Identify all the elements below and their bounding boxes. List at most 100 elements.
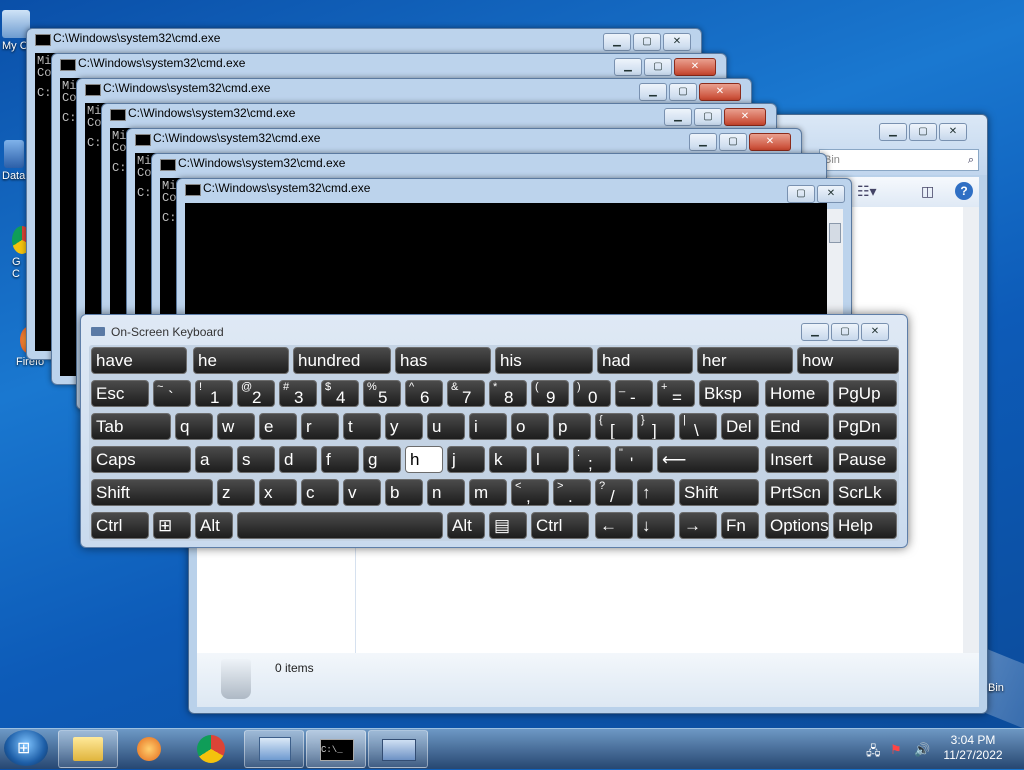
key-options[interactable]: Options (765, 512, 829, 539)
key-q[interactable]: q (175, 413, 213, 440)
taskbar-control-panel[interactable] (244, 730, 304, 768)
suggestion-has[interactable]: has (395, 347, 491, 374)
key-i[interactable]: i (469, 413, 507, 440)
key-c[interactable]: c (301, 479, 339, 506)
close-button[interactable]: ✕ (861, 323, 889, 341)
action-center-icon[interactable]: ⚑ (890, 742, 902, 758)
key-scrlk[interactable]: ScrLk (833, 479, 897, 506)
minimize-button[interactable]: ▁ (614, 58, 642, 76)
key-del[interactable]: Del (721, 413, 759, 440)
key-0[interactable]: ) 0 (573, 380, 611, 407)
suggestion-have[interactable]: have (91, 347, 187, 374)
close-button[interactable]: ✕ (939, 123, 967, 141)
key-sym-9[interactable]: >. (553, 479, 591, 506)
key-sym-8[interactable]: <, (511, 479, 549, 506)
key-pause[interactable]: Pause (833, 446, 897, 473)
key-j[interactable]: j (447, 446, 485, 473)
key-end[interactable]: End (765, 413, 829, 440)
key-l[interactable]: l (531, 446, 569, 473)
help-icon[interactable]: ? (955, 182, 973, 200)
key-w[interactable]: w (217, 413, 255, 440)
key-home[interactable]: Home (765, 380, 829, 407)
scrollbar-thumb[interactable] (829, 223, 841, 243)
key-t[interactable]: t (343, 413, 381, 440)
key-p[interactable]: p (553, 413, 591, 440)
key-8[interactable]: * 8 (489, 380, 527, 407)
key-e[interactable]: e (259, 413, 297, 440)
suggestion-he[interactable]: he (193, 347, 289, 374)
key-g[interactable]: g (363, 446, 401, 473)
close-button[interactable]: ✕ (699, 83, 741, 101)
key-2[interactable]: @2 (237, 380, 275, 407)
key-tab[interactable]: Tab (91, 413, 171, 440)
maximize-button[interactable]: ▢ (669, 83, 697, 101)
key-y[interactable]: y (385, 413, 423, 440)
key-esc[interactable]: Esc (91, 380, 149, 407)
key-ctrl[interactable]: Ctrl (531, 512, 589, 539)
key-sym-13[interactable]: + = (657, 380, 695, 407)
key-d[interactable]: d (279, 446, 317, 473)
key-sym-1[interactable]: ~ ` (153, 380, 191, 407)
minimize-button[interactable]: ▁ (689, 133, 717, 151)
maximize-button[interactable]: ▢ (831, 323, 859, 341)
suggestion-her[interactable]: her (697, 347, 793, 374)
key-sym-7[interactable]: ← (595, 512, 633, 539)
key-9[interactable]: (9 (531, 380, 569, 407)
taskbar-explorer[interactable] (58, 730, 118, 768)
key-sym-12[interactable]: _ - (615, 380, 653, 407)
key-sym-10[interactable]: :; (573, 446, 611, 473)
desktop-icon-recycle-bin-label[interactable]: Bin (988, 682, 1004, 694)
minimize-button[interactable]: ▁ (801, 323, 829, 341)
close-button[interactable]: ✕ (674, 58, 716, 76)
key-v[interactable]: v (343, 479, 381, 506)
desktop-icon-data[interactable]: Data (2, 140, 25, 182)
key-sym-11[interactable]: ↑ (637, 479, 675, 506)
key-shift[interactable]: Shift (91, 479, 213, 506)
minimize-button[interactable]: ▁ (879, 123, 907, 141)
key-f[interactable]: f (321, 446, 359, 473)
key-z[interactable]: z (217, 479, 255, 506)
key-sym-8[interactable]: ↓ (637, 512, 675, 539)
key-ctrl[interactable]: Ctrl (91, 512, 149, 539)
key-prtscn[interactable]: PrtScn (765, 479, 829, 506)
search-input[interactable]: Bin ⌕ (819, 149, 979, 171)
system-clock[interactable]: 3:04 PM 11/27/2022 (940, 733, 1006, 763)
key-5[interactable]: % 5 (363, 380, 401, 407)
start-button[interactable]: ⊞ (4, 730, 48, 766)
key-sym-1[interactable]: ⊞ (153, 512, 191, 539)
taskbar-media-player[interactable] (120, 730, 180, 768)
key-insert[interactable]: Insert (765, 446, 829, 473)
key-pgup[interactable]: PgUp (833, 380, 897, 407)
key-u[interactable]: u (427, 413, 465, 440)
network-icon[interactable]: 🖧 (866, 742, 881, 764)
vertical-scrollbar[interactable] (963, 207, 979, 653)
key-alt[interactable]: Alt (447, 512, 485, 539)
minimize-button[interactable]: ▁ (603, 33, 631, 51)
maximize-button[interactable]: ▢ (644, 58, 672, 76)
key-sym-10[interactable]: ? / (595, 479, 633, 506)
key-a[interactable]: a (195, 446, 233, 473)
maximize-button[interactable]: ▢ (633, 33, 661, 51)
suggestion-hundred[interactable]: hundred (293, 347, 391, 374)
key-3[interactable]: #3 (279, 380, 317, 407)
key-sym-5[interactable]: ▤ (489, 512, 527, 539)
key-7[interactable]: & 7 (447, 380, 485, 407)
key-b[interactable]: b (385, 479, 423, 506)
maximize-button[interactable]: ▢ (787, 185, 815, 203)
suggestion-his[interactable]: his (495, 347, 593, 374)
preview-pane-icon[interactable]: ◫ (921, 183, 934, 200)
maximize-button[interactable]: ▢ (694, 108, 722, 126)
key-6[interactable]: ^ 6 (405, 380, 443, 407)
key-o[interactable]: o (511, 413, 549, 440)
close-button[interactable]: ✕ (663, 33, 691, 51)
key-1[interactable]: ! 1 (195, 380, 233, 407)
maximize-button[interactable]: ▢ (719, 133, 747, 151)
key-4[interactable]: $4 (321, 380, 359, 407)
key-alt[interactable]: Alt (195, 512, 233, 539)
close-button[interactable]: ✕ (817, 185, 845, 203)
volume-icon[interactable]: 🔊 (914, 742, 930, 758)
key-r[interactable]: r (301, 413, 339, 440)
suggestion-had[interactable]: had (597, 347, 693, 374)
key-pgdn[interactable]: PgDn (833, 413, 897, 440)
view-options-icon[interactable]: ☷▾ (857, 183, 877, 200)
